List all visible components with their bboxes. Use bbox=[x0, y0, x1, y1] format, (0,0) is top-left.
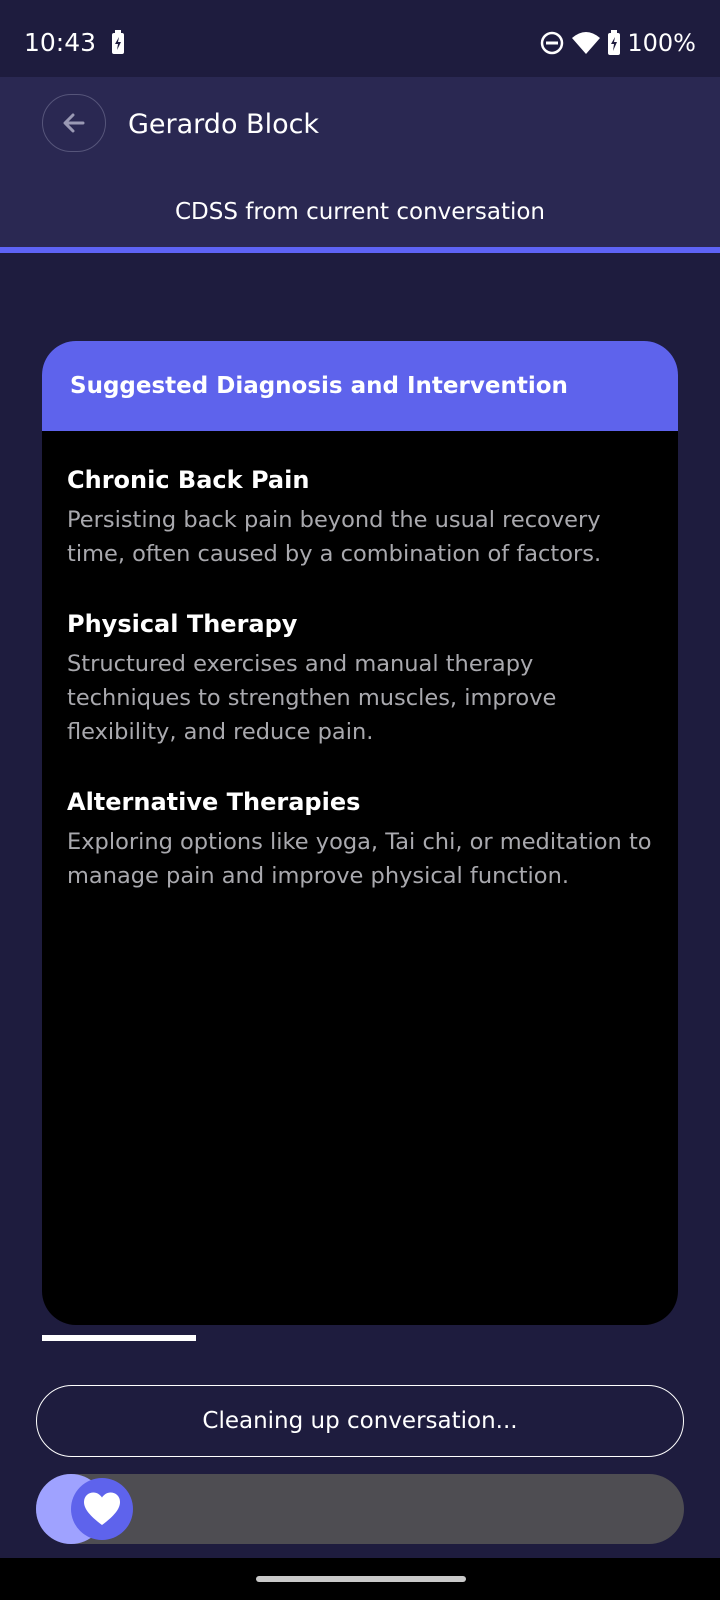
cleanup-conversation-button[interactable]: Cleaning up conversation... bbox=[36, 1385, 684, 1457]
screen: 10:43 100% Gerardo Block CDSS from curre… bbox=[0, 0, 720, 1600]
slider-thumb[interactable] bbox=[71, 1478, 133, 1540]
status-time: 10:43 bbox=[24, 28, 97, 57]
system-navigation-bar bbox=[0, 1558, 720, 1600]
back-button[interactable] bbox=[42, 94, 106, 152]
suggestion-title: Chronic Back Pain bbox=[67, 466, 310, 494]
suggestion-item: Physical Therapy Structured exercises an… bbox=[67, 605, 654, 749]
card-title: Suggested Diagnosis and Intervention bbox=[70, 373, 568, 399]
suggestion-description: Persisting back pain beyond the usual re… bbox=[67, 507, 602, 567]
battery-charging-icon bbox=[608, 30, 621, 55]
cdss-card: Suggested Diagnosis and Intervention Chr… bbox=[42, 341, 678, 1325]
battery-charging-icon bbox=[112, 30, 124, 54]
arrow-left-icon bbox=[63, 113, 85, 133]
app-header: Gerardo Block CDSS from current conversa… bbox=[0, 77, 720, 247]
suggestion-description: Structured exercises and manual therapy … bbox=[67, 651, 557, 745]
do-not-disturb-icon bbox=[541, 31, 564, 55]
page-indicator bbox=[42, 1335, 196, 1341]
heart-icon bbox=[84, 1492, 120, 1525]
home-gesture-handle[interactable] bbox=[256, 1576, 466, 1582]
suggestion-title: Physical Therapy bbox=[67, 610, 298, 638]
contact-name: Gerardo Block bbox=[128, 109, 320, 140]
status-bar: 10:43 100% bbox=[0, 0, 720, 77]
page-subtitle: CDSS from current conversation bbox=[174, 199, 546, 225]
card-header: Suggested Diagnosis and Intervention bbox=[42, 341, 678, 431]
suggestion-description: Exploring options like yoga, Tai chi, or… bbox=[67, 829, 652, 889]
swipe-slider[interactable] bbox=[36, 1474, 684, 1544]
battery-percentage: 100% bbox=[627, 29, 696, 57]
suggestion-item: Chronic Back Pain Persisting back pain b… bbox=[67, 461, 654, 571]
wifi-icon bbox=[572, 32, 601, 54]
suggestion-title: Alternative Therapies bbox=[67, 788, 361, 816]
card-body: Chronic Back Pain Persisting back pain b… bbox=[42, 431, 678, 893]
header-progress-bar bbox=[0, 247, 720, 253]
status-icons: 100% bbox=[539, 26, 696, 60]
suggestion-item: Alternative Therapies Exploring options … bbox=[67, 783, 654, 893]
